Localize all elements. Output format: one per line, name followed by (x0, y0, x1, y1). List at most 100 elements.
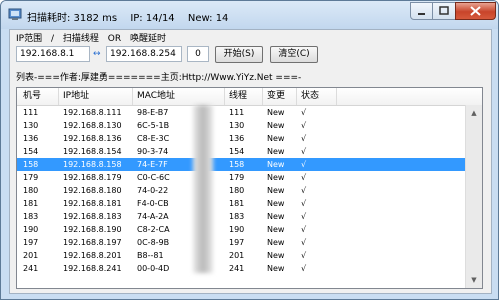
col-ip-cell: 192.168.8.158 (63, 160, 122, 169)
col-ip-cell: 192.168.8.241 (63, 264, 122, 273)
client-area: IP范围 / 扫描线程 OR 唤醒延时 192.168.8.1 ↔ 192.16… (9, 29, 492, 294)
col-ip-cell: 192.168.8.183 (63, 212, 122, 221)
col-mac-cell: 98-E-B7 (137, 108, 169, 117)
range-arrow-icon: ↔ (93, 49, 101, 59)
col-mac-cell: 6C-5-1B (137, 121, 170, 130)
table-row[interactable]: 111 192.168.8.111 98-E-B7 111 New √ (17, 106, 465, 119)
col-thread-cell: 130 (229, 121, 245, 130)
col-change-cell: New (267, 147, 285, 156)
result-list[interactable]: 机号 IP地址 MAC地址 线程 变更 状态 111 192.168.8.111 98-E-B… (16, 87, 483, 289)
header-col-mac[interactable]: MAC地址 (133, 88, 225, 105)
minimize-icon (418, 13, 425, 15)
app-icon (8, 8, 22, 20)
option-menu: IP范围 / 扫描线程 OR 唤醒延时 (16, 31, 172, 45)
menu-wake-delay[interactable]: 唤醒延时 (130, 34, 166, 44)
table-row[interactable]: 197 192.168.8.197 0C-8-9B 197 New √ (17, 236, 465, 249)
col-id-cell: 241 (23, 264, 39, 273)
col-mac-cell: 74-E-7F (137, 160, 168, 169)
col-mac-cell: 74-0-22 (137, 186, 169, 195)
table-row[interactable]: 136 192.168.8.136 C8-E-3C 136 New √ (17, 132, 465, 145)
table-row[interactable]: 190 192.168.8.190 C8-2-CA 190 New √ (17, 223, 465, 236)
end-ip-field[interactable]: 192.168.8.254 (106, 46, 182, 62)
col-ip-cell: 192.168.8.180 (63, 186, 122, 195)
list-header: 机号 IP地址 MAC地址 线程 变更 状态 (17, 88, 482, 106)
col-id-cell: 183 (23, 212, 39, 221)
col-status-cell: √ (301, 121, 307, 130)
col-thread-cell: 154 (229, 147, 245, 156)
mac-redaction (193, 105, 213, 273)
col-thread-cell: 183 (229, 212, 245, 221)
col-ip-cell: 192.168.8.179 (63, 173, 122, 182)
menu-ip-range[interactable]: IP范围 (16, 34, 42, 44)
col-mac-cell: 00-0-4D (137, 264, 170, 273)
col-status-cell: √ (301, 199, 307, 208)
new-count-label: New: 14 (187, 13, 229, 24)
col-status-cell: √ (301, 264, 307, 273)
menu-separator: / (50, 34, 55, 44)
minimize-button[interactable] (410, 2, 433, 20)
menu-scan-threads[interactable]: 扫描线程 (63, 34, 99, 44)
clear-button[interactable]: 清空(C) (270, 46, 318, 63)
col-id-cell: 179 (23, 173, 39, 182)
vertical-scrollbar[interactable]: ▲ ▼ (465, 105, 482, 288)
col-thread-cell: 181 (229, 199, 245, 208)
maximize-icon (439, 6, 449, 15)
menu-or: OR (107, 34, 122, 44)
col-ip-cell: 192.168.8.181 (63, 199, 122, 208)
table-row[interactable]: 154 192.168.8.154 90-3-74 154 New √ (17, 145, 465, 158)
table-row[interactable]: 158 192.168.8.158 74-E-7F 158 New √ (17, 158, 465, 171)
header-col-change[interactable]: 变更 (263, 88, 297, 105)
col-id-cell: 197 (23, 238, 39, 247)
scan-time-label: 扫描耗时: 3182 ms (27, 13, 118, 24)
title-bar[interactable]: 扫描耗时: 3182 ms IP: 14/14 New: 14 (1, 1, 498, 29)
col-status-cell: √ (301, 212, 307, 221)
start-button[interactable]: 开始(S) (215, 46, 263, 63)
col-id-cell: 181 (23, 199, 39, 208)
header-col-status[interactable]: 状态 (297, 88, 337, 105)
ip-count-label: IP: 14/14 (130, 13, 175, 24)
col-id-cell: 136 (23, 134, 39, 143)
col-id-cell: 111 (23, 108, 39, 117)
table-row[interactable]: 201 192.168.8.201 B8--81 201 New √ (17, 249, 465, 262)
col-thread-cell: 201 (229, 251, 245, 260)
col-change-cell: New (267, 264, 285, 273)
col-change-cell: New (267, 134, 285, 143)
col-mac-cell: 90-3-74 (137, 147, 169, 156)
col-change-cell: New (267, 173, 285, 182)
col-ip-cell: 192.168.8.111 (63, 108, 122, 117)
header-col-id[interactable]: 机号 (19, 88, 59, 105)
col-change-cell: New (267, 225, 285, 234)
header-col-ip[interactable]: IP地址 (59, 88, 133, 105)
col-thread-cell: 241 (229, 264, 245, 273)
maximize-button[interactable] (432, 2, 456, 20)
col-thread-cell: 111 (229, 108, 245, 117)
close-button[interactable] (455, 2, 496, 20)
app-window: 扫描耗时: 3182 ms IP: 14/14 New: 14 IP范围 / 扫… (0, 0, 499, 300)
col-status-cell: √ (301, 186, 307, 195)
col-ip-cell: 192.168.8.136 (63, 134, 122, 143)
col-mac-cell: C0-C-6C (137, 173, 170, 182)
delay-field[interactable]: 0 (187, 46, 209, 62)
col-id-cell: 158 (23, 160, 39, 169)
scroll-up-icon[interactable]: ▲ (468, 106, 480, 120)
table-row[interactable]: 180 192.168.8.180 74-0-22 180 New √ (17, 184, 465, 197)
scroll-down-icon[interactable]: ▼ (468, 273, 480, 287)
window-title: 扫描耗时: 3182 ms IP: 14/14 New: 14 (27, 9, 238, 24)
col-ip-cell: 192.168.8.130 (63, 121, 122, 130)
col-mac-cell: F4-0-CB (137, 199, 169, 208)
col-change-cell: New (267, 186, 285, 195)
col-change-cell: New (267, 212, 285, 221)
col-status-cell: √ (301, 173, 307, 182)
table-row[interactable]: 130 192.168.8.130 6C-5-1B 130 New √ (17, 119, 465, 132)
col-change-cell: New (267, 160, 285, 169)
col-status-cell: √ (301, 160, 307, 169)
table-row[interactable]: 241 192.168.8.241 00-0-4D 241 New √ (17, 262, 465, 275)
table-row[interactable]: 183 192.168.8.183 74-A-2A 183 New √ (17, 210, 465, 223)
header-col-thread[interactable]: 线程 (225, 88, 263, 105)
table-row[interactable]: 179 192.168.8.179 C0-C-6C 179 New √ (17, 171, 465, 184)
table-row[interactable]: 181 192.168.8.181 F4-0-CB 181 New √ (17, 197, 465, 210)
col-id-cell: 130 (23, 121, 39, 130)
col-thread-cell: 136 (229, 134, 245, 143)
col-mac-cell: 0C-8-9B (137, 238, 170, 247)
start-ip-field[interactable]: 192.168.8.1 (16, 46, 90, 62)
